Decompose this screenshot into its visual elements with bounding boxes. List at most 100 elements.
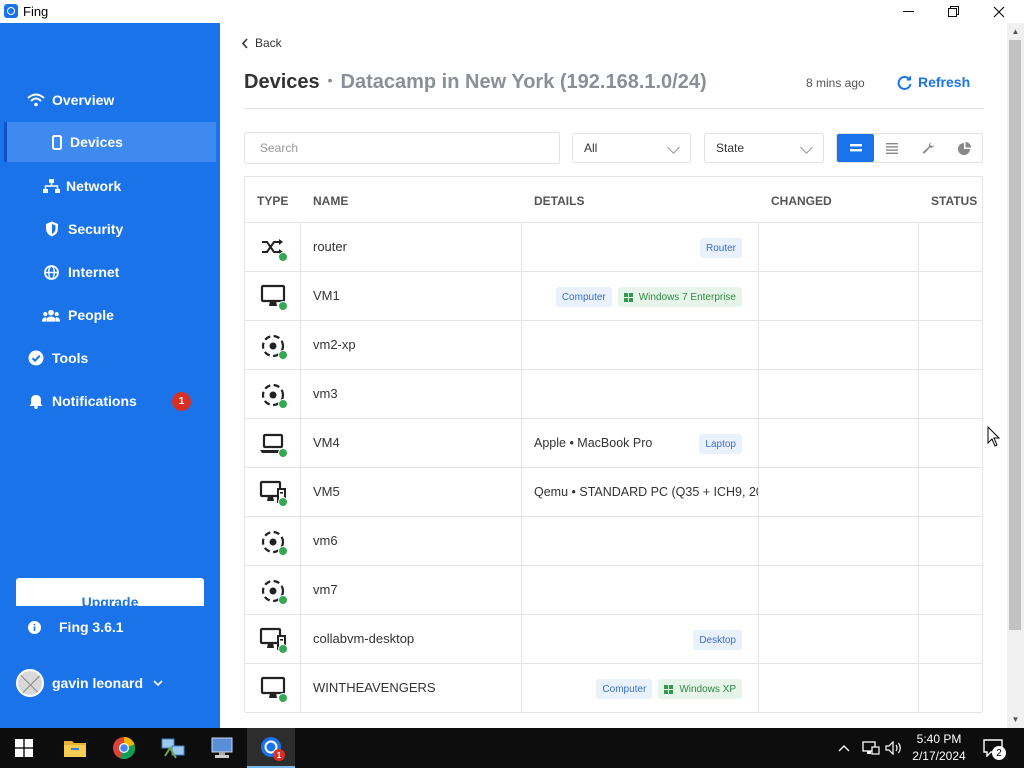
sidebar-item-label: People bbox=[68, 307, 114, 323]
chart-view-button[interactable] bbox=[946, 134, 982, 162]
sidebar-item-security[interactable]: Security bbox=[0, 209, 220, 249]
refresh-button[interactable]: Refresh bbox=[897, 74, 970, 90]
table-row[interactable]: vm6 bbox=[245, 517, 982, 566]
shield-icon bbox=[43, 220, 61, 238]
device-details-cell bbox=[522, 517, 759, 565]
user-name: gavin leonard bbox=[52, 675, 144, 691]
taskbar-remote-desktop[interactable] bbox=[198, 728, 246, 768]
window-title: Fing bbox=[23, 4, 49, 19]
close-icon bbox=[993, 6, 1005, 17]
device-tags: Router bbox=[699, 238, 742, 258]
mouse-cursor-icon bbox=[987, 426, 1001, 447]
folder-icon bbox=[64, 741, 86, 757]
chevron-down-icon bbox=[667, 141, 680, 154]
device-type-tag: Desktop bbox=[693, 630, 742, 650]
device-changed-cell bbox=[759, 419, 919, 467]
speaker-icon bbox=[885, 741, 901, 755]
back-link[interactable]: Back bbox=[241, 36, 282, 50]
sidebar-item-tools[interactable]: Tools bbox=[0, 338, 220, 378]
table-row[interactable]: VM1 Computer Windows 7 Enterprise bbox=[245, 272, 982, 321]
wrench-icon bbox=[922, 142, 934, 154]
scroll-up-icon[interactable]: ▲ bbox=[1007, 23, 1024, 40]
taskbar-network-app[interactable] bbox=[149, 728, 197, 768]
scrollbar-thumb[interactable] bbox=[1009, 40, 1021, 630]
device-name-cell: collabvm-desktop bbox=[301, 615, 522, 663]
device-changed-cell bbox=[759, 223, 919, 271]
sidebar-item-overview[interactable]: Overview bbox=[0, 80, 220, 120]
sidebar-item-label: Internet bbox=[68, 264, 120, 280]
show-hidden-icons[interactable] bbox=[838, 728, 850, 768]
table-row[interactable]: vm2-xp bbox=[245, 321, 982, 370]
sidebar-item-label: Network bbox=[66, 178, 122, 194]
device-name-cell: VM4 bbox=[301, 419, 522, 467]
taskbar-fing[interactable]: 1 bbox=[247, 728, 295, 768]
compact-view-button[interactable] bbox=[837, 134, 874, 162]
device-details-cell: Computer Windows 7 Enterprise bbox=[522, 272, 759, 320]
column-status[interactable]: STATUS bbox=[931, 194, 977, 208]
device-type-cell bbox=[245, 223, 301, 271]
online-status-dot bbox=[278, 595, 288, 605]
sidebar-item-network[interactable]: Network bbox=[0, 166, 220, 206]
device-name: vm6 bbox=[313, 533, 338, 548]
scrollbar[interactable]: ▲ ▼ bbox=[1007, 23, 1024, 728]
device-details-cell: Qemu • STANDARD PC (Q35 + ICH9, 2009) bbox=[522, 468, 759, 516]
app-version[interactable]: Fing 3.6.1 bbox=[28, 619, 124, 635]
chevron-down-icon bbox=[800, 141, 813, 154]
taskbar-chrome[interactable] bbox=[100, 728, 148, 768]
table-header: TYPE NAME DETAILS CHANGED STATUS bbox=[245, 177, 982, 223]
title-separator: • bbox=[327, 72, 333, 88]
device-details-cell: Apple • MacBook Pro Laptop bbox=[522, 419, 759, 467]
list-view-button[interactable] bbox=[874, 134, 910, 162]
network-status[interactable] bbox=[862, 728, 880, 768]
sidebar-item-internet[interactable]: Internet bbox=[0, 252, 220, 292]
search-input[interactable]: Search bbox=[244, 132, 560, 164]
table-row[interactable]: collabvm-desktop Desktop bbox=[245, 615, 982, 664]
tools-view-button[interactable] bbox=[910, 134, 946, 162]
restore-button[interactable] bbox=[930, 0, 976, 23]
scroll-down-icon[interactable]: ▼ bbox=[1007, 711, 1024, 728]
sidebar-item-people[interactable]: People bbox=[0, 295, 220, 335]
device-changed-cell bbox=[759, 517, 919, 565]
device-name-cell: vm7 bbox=[301, 566, 522, 614]
version-label: Fing 3.6.1 bbox=[59, 619, 124, 635]
user-menu[interactable]: gavin leonard bbox=[16, 669, 163, 697]
taskbar-file-explorer[interactable] bbox=[51, 728, 99, 768]
pie-chart-icon bbox=[957, 141, 971, 155]
fing-app-icon bbox=[4, 4, 18, 18]
column-name[interactable]: NAME bbox=[313, 194, 348, 208]
volume-control[interactable] bbox=[885, 728, 903, 768]
online-status-dot bbox=[278, 448, 288, 458]
device-name: vm2-xp bbox=[313, 337, 356, 352]
table-row[interactable]: router Router bbox=[245, 223, 982, 272]
close-button[interactable] bbox=[976, 0, 1022, 23]
table-row[interactable]: VM4 Apple • MacBook Pro Laptop bbox=[245, 419, 982, 468]
upgrade-button[interactable]: Upgrade bbox=[16, 578, 204, 606]
device-name: vm3 bbox=[313, 386, 338, 401]
notification-count-badge: 2 bbox=[992, 746, 1006, 760]
category-select[interactable]: All bbox=[572, 133, 691, 163]
table-row[interactable]: VM5 Qemu • STANDARD PC (Q35 + ICH9, 2009) bbox=[245, 468, 982, 517]
device-name-cell: vm6 bbox=[301, 517, 522, 565]
minimize-button[interactable] bbox=[885, 0, 931, 23]
column-type[interactable]: TYPE bbox=[257, 194, 288, 208]
windows-logo-icon bbox=[15, 739, 33, 757]
column-changed[interactable]: CHANGED bbox=[771, 194, 832, 208]
device-details-cell: Router bbox=[522, 223, 759, 271]
start-button[interactable] bbox=[0, 728, 48, 768]
table-row[interactable]: WINTHEAVENGERS Computer Windows XP bbox=[245, 664, 982, 713]
device-type-cell bbox=[245, 468, 301, 516]
column-details[interactable]: DETAILS bbox=[534, 194, 584, 208]
action-center[interactable]: 2 bbox=[983, 728, 1006, 768]
online-status-dot bbox=[278, 497, 288, 507]
clock[interactable]: 5:40 PM 2/17/2024 bbox=[906, 731, 972, 765]
sidebar-item-notifications[interactable]: Notifications 1 bbox=[0, 381, 220, 421]
table-row[interactable]: vm3 bbox=[245, 370, 982, 419]
device-details-cell: Computer Windows XP bbox=[522, 664, 759, 712]
mobile-icon bbox=[48, 133, 66, 151]
sidebar-item-devices[interactable]: Devices bbox=[4, 122, 216, 162]
table-row[interactable]: vm7 bbox=[245, 566, 982, 615]
category-value: All bbox=[584, 141, 598, 155]
title-bar: Fing bbox=[0, 0, 1024, 23]
device-name-cell: WINTHEAVENGERS bbox=[301, 664, 522, 712]
state-select[interactable]: State bbox=[704, 133, 824, 163]
